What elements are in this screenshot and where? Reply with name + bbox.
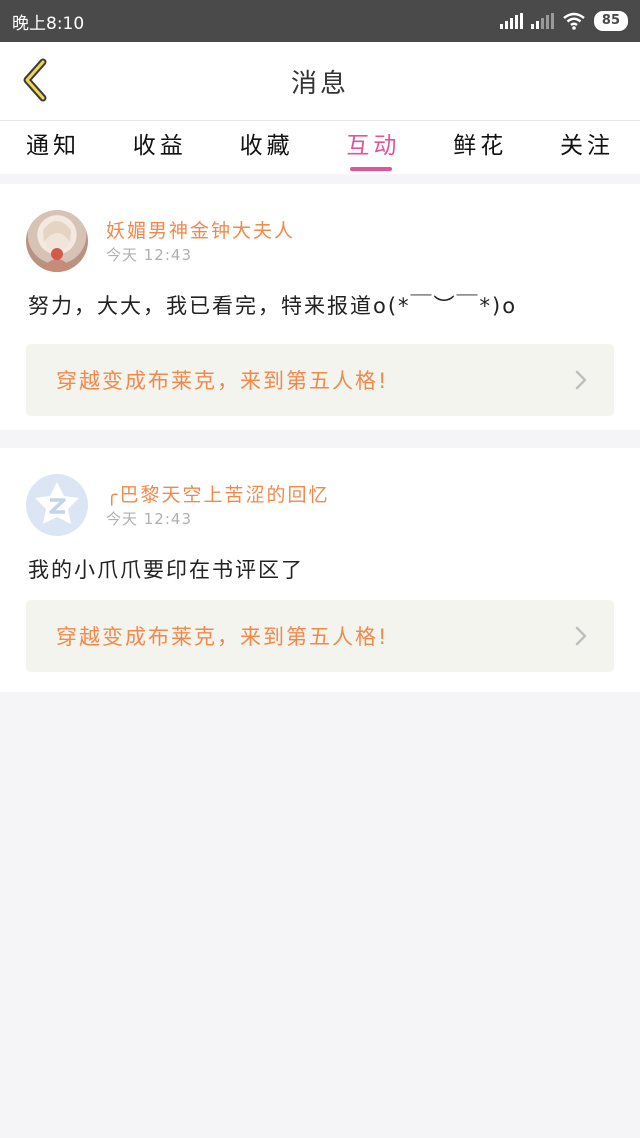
message-time: 今天 12:43 [106,510,192,528]
book-link[interactable]: 穿越变成布莱克，来到第五人格! [26,344,614,416]
message-card: 妖媚男神金钟大夫人 今天 12:43 努力，大大，我已看完，特来报道o(*￣︶￣… [0,184,640,430]
battery-level: 85 [593,11,628,31]
back-button[interactable] [14,56,54,104]
message-time: 今天 12:43 [106,246,192,264]
chevron-right-icon [575,370,587,390]
tab-favorites[interactable]: 收藏 [240,121,294,175]
status-bar: 晚上8:10 85 [0,0,640,42]
page-title: 消息 [290,68,349,99]
message-content: 努力，大大，我已看完，特来报道o(*￣︶￣*)o [28,294,518,318]
tab-bar: 通知 收益 收藏 互动 鲜花 关注 [0,120,640,174]
tab-interaction[interactable]: 互动 [346,121,400,175]
book-title: 穿越变成布莱克，来到第五人格! [56,625,389,649]
user-name[interactable]: 妖媚男神金钟大夫人 [106,216,295,243]
avatar[interactable] [26,210,88,272]
chevron-left-icon [23,58,47,102]
tab-follow[interactable]: 关注 [560,121,614,175]
tab-notice[interactable]: 通知 [26,121,80,175]
message-content: 我的小爪爪要印在书评区了 [28,558,304,582]
message-card: ╭巴黎天空上苦涩的回忆 今天 12:43 我的小爪爪要印在书评区了 穿越变成布莱… [0,448,640,692]
avatar-image [40,221,74,272]
status-time: 晚上8:10 [12,13,85,34]
wifi-icon [563,12,585,30]
header: 消息 [0,42,640,120]
default-avatar-icon [35,482,79,524]
book-title: 穿越变成布莱克，来到第五人格! [56,369,389,393]
tab-flowers[interactable]: 鲜花 [453,121,507,175]
signal-2-icon [530,13,554,29]
signal-icon [499,13,523,29]
user-name[interactable]: ╭巴黎天空上苦涩的回忆 [106,480,329,507]
chevron-right-icon [575,626,587,646]
book-link[interactable]: 穿越变成布莱克，来到第五人格! [26,600,614,672]
avatar[interactable] [26,474,88,536]
status-icons: 85 [499,11,628,31]
tab-earnings[interactable]: 收益 [133,121,187,175]
